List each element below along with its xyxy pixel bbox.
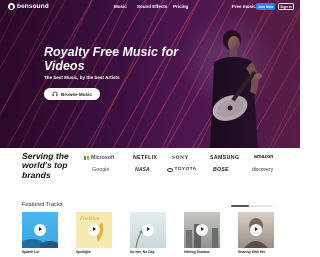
track-name: Sharing With Her [238,249,266,254]
bensound-logo[interactable]: bensound [8,3,49,10]
sign-in-button[interactable]: Sign in [278,3,294,10]
nasa-logo: NASA [135,167,150,173]
track-card[interactable]: Hittimg Shadow [184,212,220,254]
track-cover[interactable] [184,212,220,248]
track-cover[interactable] [130,212,166,248]
brand-name: TOYOTA [174,167,197,172]
track-name: No Her, No Day [130,249,155,254]
play-icon[interactable] [250,224,262,236]
track-name: Splash Lie [22,249,39,254]
track-cover[interactable] [238,212,274,248]
top-navigation: bensound Music Sound Effects Pricing Fre… [0,0,300,14]
sony-logo: SONY [172,155,189,161]
brand-name: Microsoft [91,155,115,161]
carousel-scrollbar[interactable] [231,205,273,207]
carousel-scroll-thumb[interactable] [231,205,249,207]
hero-subtitle: The best Music, by the best Artists [44,75,120,80]
toyota-logo: TOYOTA [167,167,196,172]
hero-banner: bensound Music Sound Effects Pricing Fre… [0,0,300,148]
play-icon[interactable] [88,224,100,236]
track-card[interactable]: Sharing With Her [238,212,274,254]
toyota-emblem-icon [167,167,173,172]
track-cover[interactable] [22,212,58,248]
featured-tracks-heading: Featured Tracks [22,202,63,208]
samsung-logo: SAMSUNG [210,155,240,161]
track-name: Spotlight [76,249,91,254]
play-icon[interactable] [196,224,208,236]
track-cover[interactable]: Positive [76,212,112,248]
browse-music-button[interactable]: Browse Music [44,88,100,100]
nav-pricing-link[interactable]: Pricing [173,4,188,9]
track-name: Hittimg Shadow [184,249,210,254]
microsoft-windows-icon [84,155,89,161]
track-card[interactable]: Positive Spotlight [76,212,112,254]
join-now-button[interactable]: Join Now [256,3,275,10]
hero-title: Royalty Free Music for Videos [44,45,179,73]
microsoft-logo: Microsoft [84,155,114,161]
amazon-logo: amazon [254,154,274,160]
netflix-logo: NETFLIX [133,155,158,161]
google-logo: Google [92,167,110,173]
track-card[interactable]: No Her, No Day [130,212,166,254]
play-icon[interactable] [34,224,46,236]
bose-logo: BOSE [213,167,229,173]
nav-sound-effects-link[interactable]: Sound Effects [137,4,167,9]
discovery-logo: discovery [252,167,274,173]
nav-music-link[interactable]: Music [114,4,127,9]
logo-text: bensound [17,3,49,10]
hero-vignette [0,0,300,148]
browse-music-label: Browse Music [61,91,92,97]
cover-text: Positive [80,216,100,222]
brands-heading: Serving the world's top brands [22,151,69,180]
play-icon[interactable] [142,224,154,236]
track-card[interactable]: Splash Lie [22,212,58,254]
headphones-icon [52,91,58,97]
bensound-logo-icon [8,3,15,10]
nav-free-music-link[interactable]: Free music [232,4,256,9]
